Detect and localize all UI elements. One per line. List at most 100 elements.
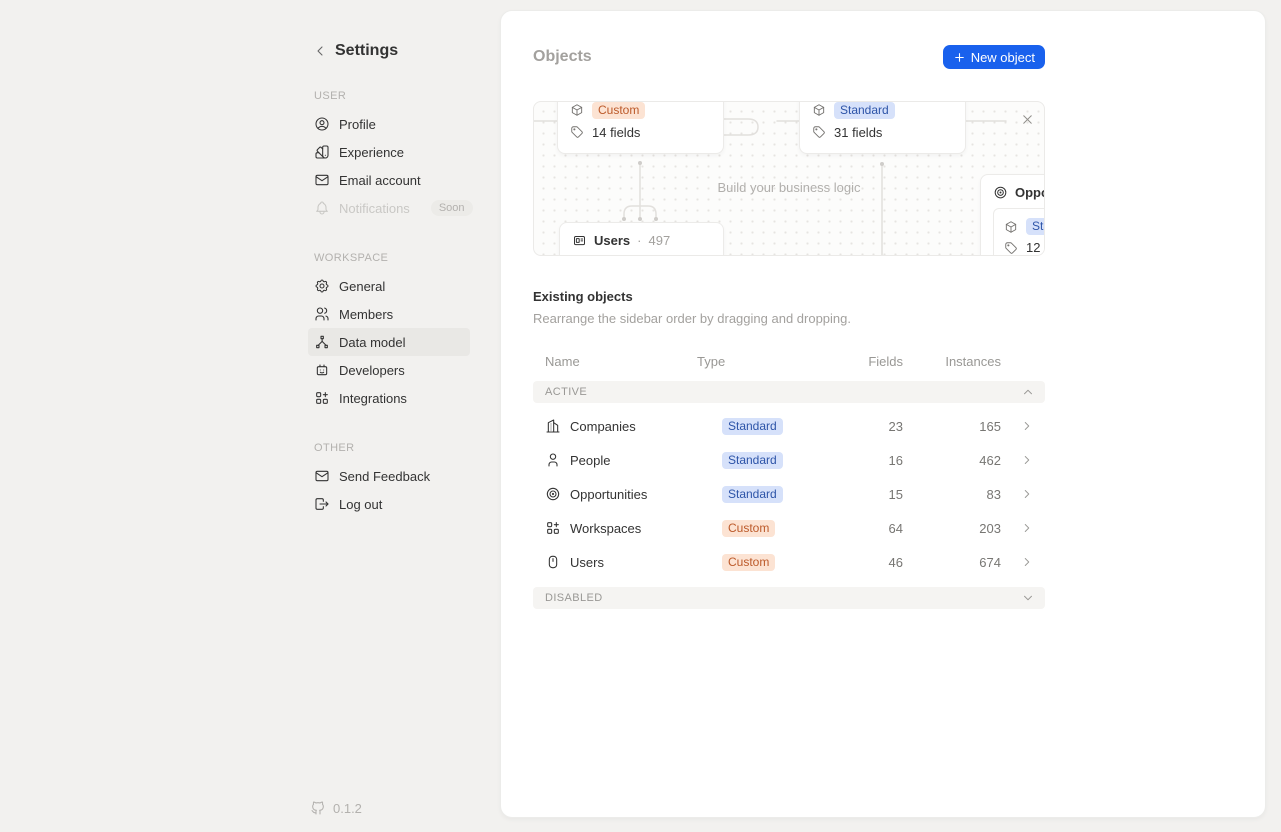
close-icon — [1020, 112, 1035, 127]
section-label: ACTIVE — [545, 386, 587, 398]
existing-objects-subtitle: Rearrange the sidebar order by dragging … — [533, 311, 1045, 326]
cube-icon — [1004, 220, 1018, 234]
table-row-workspaces[interactable]: Workspaces Custom 64 203 — [533, 511, 1045, 545]
users-icon — [314, 306, 330, 322]
cube-icon — [812, 103, 826, 117]
fields-count: 14 fields — [592, 125, 640, 140]
type-badge: Custom — [722, 554, 775, 571]
section-label-workspace: WORKSPACE — [308, 252, 470, 264]
object-name: Opportunities — [570, 487, 647, 502]
page-title: Objects — [533, 48, 592, 66]
instances-value: 165 — [903, 419, 1009, 434]
sidebar-item-send-feedback[interactable]: Send Feedback — [308, 462, 470, 490]
graph-node-custom[interactable]: Custom 14 fields — [557, 101, 724, 154]
table-row-users[interactable]: Users Custom 46 674 — [533, 545, 1045, 579]
table-row-people[interactable]: People Standard 16 462 — [533, 443, 1045, 477]
hierarchy-icon — [314, 334, 330, 350]
table-row-companies[interactable]: Companies Standard 23 165 — [533, 409, 1045, 443]
type-badge: Custom — [722, 520, 775, 537]
settings-sidebar: Settings USER Profile Experience Email a… — [308, 42, 470, 518]
fields-value: 16 — [841, 453, 903, 468]
object-name: Workspaces — [570, 521, 641, 536]
sidebar-item-label: Experience — [339, 145, 404, 160]
sidebar-item-label: Profile — [339, 117, 376, 132]
github-icon — [310, 800, 326, 816]
logout-icon — [314, 496, 330, 512]
instances-value: 674 — [903, 555, 1009, 570]
instances-value: 83 — [903, 487, 1009, 502]
section-bar-active[interactable]: ACTIVE — [533, 381, 1045, 403]
sidebar-item-profile[interactable]: Profile — [308, 110, 470, 138]
bell-icon — [314, 200, 330, 216]
sidebar-item-label: Integrations — [339, 391, 407, 406]
mail-icon — [314, 468, 330, 484]
type-badge: Standard — [1026, 218, 1045, 235]
new-object-label: New object — [971, 50, 1035, 65]
chevron-up-icon — [1021, 385, 1035, 399]
node-name: Opportunities — [1015, 185, 1045, 200]
tag-icon — [812, 125, 826, 139]
column-name: Name — [545, 354, 697, 369]
type-badge: Standard — [722, 418, 783, 435]
sidebar-item-label: Send Feedback — [339, 469, 430, 484]
building-icon — [545, 418, 561, 434]
version-label: 0.1.2 — [333, 801, 362, 816]
column-type: Type — [697, 354, 841, 369]
objects-table: Name Type Fields Instances ACTIVE — [533, 346, 1045, 609]
sidebar-item-label: Developers — [339, 363, 405, 378]
chevron-right-icon[interactable] — [1020, 521, 1034, 535]
plus-icon — [953, 51, 966, 64]
existing-objects-title: Existing objects — [533, 289, 1045, 304]
separator: · — [637, 233, 641, 248]
sidebar-item-experience[interactable]: Experience — [308, 138, 470, 166]
fields-value: 64 — [841, 521, 903, 536]
sidebar-item-developers[interactable]: Developers — [308, 356, 470, 384]
robot-icon — [314, 362, 330, 378]
fields-value: 23 — [841, 419, 903, 434]
banner-close-button[interactable] — [1018, 110, 1036, 128]
sidebar-item-label: General — [339, 279, 385, 294]
chevron-down-icon — [1021, 591, 1035, 605]
sidebar-item-integrations[interactable]: Integrations — [308, 384, 470, 412]
type-badge: Custom — [592, 102, 645, 119]
section-label-user: USER — [308, 90, 470, 102]
section-label: DISABLED — [545, 592, 603, 604]
object-name: People — [570, 453, 610, 468]
sidebar-item-log-out[interactable]: Log out — [308, 490, 470, 518]
user-circle-icon — [314, 116, 330, 132]
gear-icon — [314, 278, 330, 294]
table-header: Name Type Fields Instances — [533, 346, 1045, 376]
graph-node-opportunities[interactable]: Opportunities Standard 12 fields — [980, 174, 1045, 256]
chevron-right-icon[interactable] — [1020, 419, 1034, 433]
node-count: 497 — [648, 233, 670, 248]
chevron-left-icon — [312, 43, 328, 59]
table-row-opportunities[interactable]: Opportunities Standard 15 83 — [533, 477, 1045, 511]
target-icon — [545, 486, 561, 502]
fields-value: 46 — [841, 555, 903, 570]
section-bar-disabled[interactable]: DISABLED — [533, 587, 1045, 609]
chevron-right-icon[interactable] — [1020, 555, 1034, 569]
settings-main-panel: Objects New object — [500, 10, 1266, 818]
sidebar-item-members[interactable]: Members — [308, 300, 470, 328]
settings-back[interactable]: Settings — [308, 42, 470, 60]
chevron-right-icon[interactable] — [1020, 453, 1034, 467]
type-badge: Standard — [722, 452, 783, 469]
type-badge: Standard — [722, 486, 783, 503]
fields-value: 15 — [841, 487, 903, 502]
object-graph-banner: Custom 14 fields Standard 31 fields — [533, 101, 1045, 256]
chevron-right-icon[interactable] — [1020, 487, 1034, 501]
active-rows: Companies Standard 23 165 People — [533, 409, 1045, 579]
object-name: Companies — [570, 419, 636, 434]
app-version: 0.1.2 — [310, 800, 362, 816]
graph-node-standard[interactable]: Standard 31 fields — [799, 101, 966, 154]
sidebar-item-label: Members — [339, 307, 393, 322]
mail-icon — [314, 172, 330, 188]
sidebar-item-data-model[interactable]: Data model — [308, 328, 470, 356]
sidebar-title: Settings — [335, 42, 398, 60]
tag-icon — [570, 125, 584, 139]
sidebar-item-general[interactable]: General — [308, 272, 470, 300]
graph-node-users[interactable]: Users · 497 — [559, 222, 724, 256]
new-object-button[interactable]: New object — [943, 45, 1045, 69]
sidebar-item-email-account[interactable]: Email account — [308, 166, 470, 194]
sidebar-item-label: Email account — [339, 173, 421, 188]
